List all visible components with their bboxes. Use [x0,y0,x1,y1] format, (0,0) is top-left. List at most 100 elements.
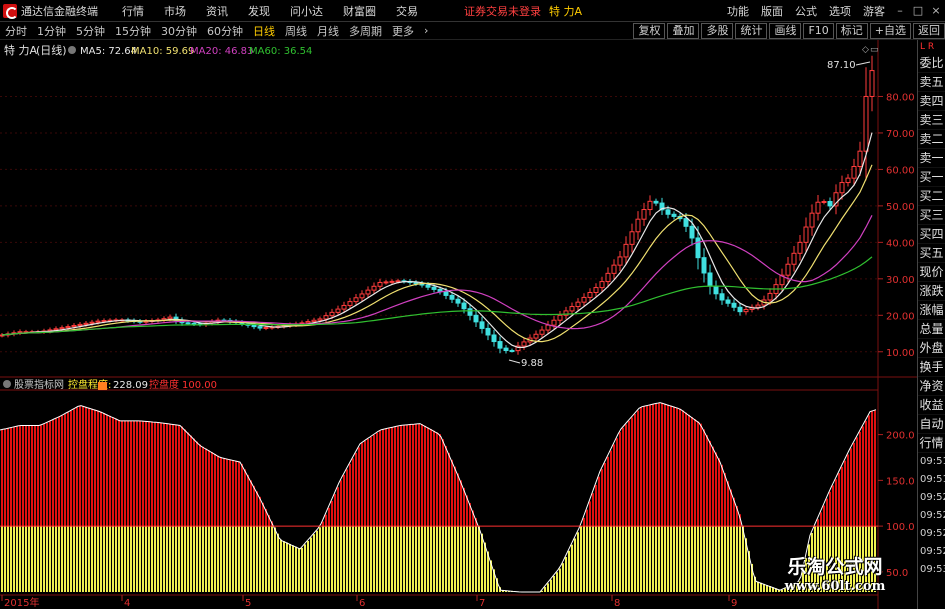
more-chevron-icon[interactable]: › [419,24,433,37]
side-item-buy5: 买五 [918,244,945,263]
menu-item-guest[interactable]: 游客 [857,3,891,19]
expand-icon[interactable]: ▭ [870,45,879,55]
indicator-bar-yellow [346,526,348,592]
indicator-bar-red [601,469,603,527]
period-daily[interactable]: 日线 [248,23,280,39]
pin-icon[interactable]: ◇ [862,45,869,55]
indicator-bar-red [841,466,843,527]
indicator-bar-red [82,405,84,527]
period-tick[interactable]: 分时 [0,23,32,39]
indicator-bar-yellow [664,526,666,592]
period-5min[interactable]: 5分钟 [71,23,110,39]
close-icon[interactable]: × [927,2,945,20]
indicator-bar-yellow [229,526,231,592]
period-60min[interactable]: 60分钟 [202,23,248,39]
indicator-legend2-value: 100.00 [182,380,217,391]
indicator-bar-yellow [115,526,117,592]
candle-body [569,306,575,312]
menu-item-market[interactable]: 市场 [154,3,196,19]
side-top-label[interactable]: L R [918,40,945,54]
indicator-bar-yellow [43,526,45,592]
indicator-bar-red [10,427,12,527]
stats-button[interactable]: 统计 [735,23,768,39]
indicator-bar-yellow [415,526,417,592]
indicator-bar-red [871,411,873,527]
candle-body [347,301,353,306]
menu-item-market-quotes[interactable]: 行情 [112,3,154,19]
x-tick-label: 7 [479,598,485,609]
indicator-bar-yellow [211,526,213,592]
back-button[interactable]: 返回 [913,23,945,39]
maximize-icon[interactable]: □ [909,2,927,20]
ind-tick-label: 100.0 [886,522,915,533]
indicator-bar-red [160,422,162,527]
indicator-bar-red [1,429,3,527]
candle-body [491,334,497,343]
indicator-bar-red [97,410,99,527]
indicator-bar-yellow [130,526,132,592]
indicator-bar-yellow [592,526,594,592]
indicator-bar-red [211,452,213,527]
indicator-bar-red [865,420,867,527]
indicator-settings-icon[interactable] [3,380,11,388]
period-weekly[interactable]: 周线 [280,23,312,39]
draw-line-button[interactable]: 画线 [769,23,802,39]
indicator-bar-red [670,405,672,527]
side-item-commission-ratio[interactable]: 委比 [918,54,945,73]
indicator-bar-yellow [1,526,3,592]
side-item-auto[interactable]: 自动 [918,415,945,434]
period-more[interactable]: 更多 [387,23,419,39]
x-axis: 2015年 4 5 6 7 8 9 [1,595,737,609]
menu-item-ask[interactable]: 问小达 [280,3,333,19]
mark-button[interactable]: 标记 [835,23,868,39]
indicator-bar-yellow [424,526,426,592]
indicator-bar-red [391,427,393,527]
indicator-bar-yellow [112,526,114,592]
x-tick-label: 4 [124,598,130,609]
menu-item-discover[interactable]: 发现 [238,3,280,19]
candle-body [263,327,269,330]
period-monthly[interactable]: 月线 [312,23,344,39]
settings-dot-icon[interactable] [68,46,76,54]
indicator-bar-yellow [196,526,198,592]
restore-rights-button[interactable]: 复权 [633,23,666,39]
menu-item-function[interactable]: 功能 [721,3,755,19]
indicator-bar-yellow [187,526,189,592]
indicator-bar-yellow [52,526,54,592]
indicator-bar-red [850,448,852,527]
indicator-bar-red [244,469,246,527]
period-1min[interactable]: 1分钟 [32,23,71,39]
indicator-bar-red [28,425,30,527]
multi-stock-button[interactable]: 多股 [701,23,734,39]
indicator-bar-red [85,406,87,527]
f10-button[interactable]: F10 [803,23,834,39]
indicator-bar-yellow [643,526,645,592]
menu-item-options[interactable]: 选项 [823,3,857,19]
add-watchlist-button[interactable]: +自选 [869,23,911,39]
menu-item-wealth[interactable]: 财富圈 [333,3,386,19]
side-item-sell5: 卖五 [918,73,945,92]
minimize-icon[interactable]: – [891,2,909,20]
menu-item-formula[interactable]: 公式 [789,3,823,19]
side-item-quotes[interactable]: 行情 [918,434,945,453]
menu-item-news[interactable]: 资讯 [196,3,238,19]
candle-body [545,324,551,331]
chart-area[interactable]: 特 力A (日线) MA5: 72.64 MA10: 59.69 MA20: 4… [0,40,917,609]
side-item-change-pct: 涨幅 [918,301,945,320]
indicator-bar-red [91,408,93,527]
indicator-bar-red [334,494,336,527]
period-15min[interactable]: 15分钟 [110,23,156,39]
overlay-button[interactable]: 叠加 [667,23,700,39]
indicator-bar-yellow [286,542,288,592]
login-status[interactable]: 证券交易未登录 [464,3,541,19]
side-item-buy2: 买二 [918,187,945,206]
menu-item-trade[interactable]: 交易 [386,3,428,19]
period-30min[interactable]: 30分钟 [156,23,202,39]
menu-item-layout[interactable]: 版面 [755,3,789,19]
tick-time: 09:51 [920,456,945,467]
indicator-bar-yellow [178,526,180,592]
period-multi[interactable]: 多周期 [344,23,387,39]
indicator-bar-red [55,418,57,527]
candle-body [557,314,563,321]
indicator-bar-red [322,521,324,527]
